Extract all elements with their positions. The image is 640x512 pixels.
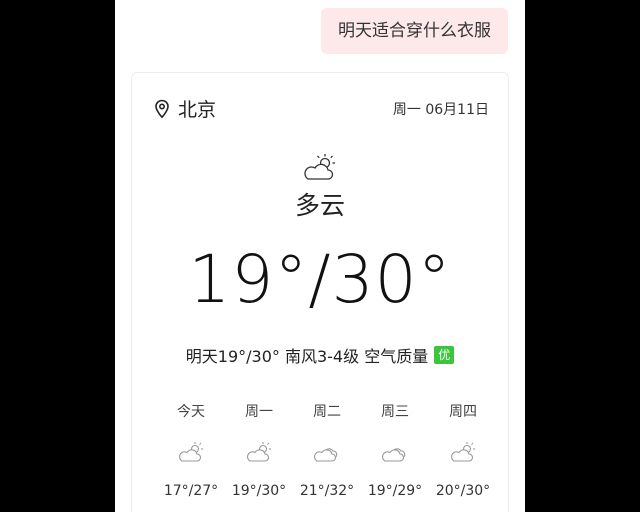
chat-screen: 明天适合穿什么衣服 北京 周一 06月11日 多云 19°/30° 明天19°/… [115, 0, 525, 512]
forecast-day-name: 周一 [245, 404, 273, 420]
forecast-day: 周四 20°/30° [429, 401, 497, 499]
summary-text: 明天19°/30° 南风3-4级 空气质量 [185, 347, 429, 366]
cloudy-icon [314, 448, 338, 462]
partly-cloudy-icon [304, 154, 335, 180]
forecast-temps: 20°/30° [435, 483, 491, 499]
forecast-temps: 19°/30° [231, 483, 287, 499]
location-row: 北京 [152, 95, 216, 122]
weather-card[interactable]: 北京 周一 06月11日 多云 19°/30° 明天19°/30° 南风3-4级… [131, 72, 509, 512]
forecast-day-name: 周三 [381, 404, 409, 420]
forecast-day-name: 今天 [177, 404, 205, 420]
forecast-day: 周三 19°/29° [361, 401, 429, 499]
cloudy-icon [382, 448, 406, 462]
forecast-day: 周二 21°/32° [293, 401, 361, 499]
forecast-day-name: 周四 [449, 404, 477, 420]
partly-cloudy-icon [451, 442, 475, 462]
weather-summary: 明天19°/30° 南风3-4级 空气质量 优 [132, 343, 508, 367]
forecast-temps: 19°/29° [367, 483, 423, 499]
user-message-bubble[interactable]: 明天适合穿什么衣服 [321, 8, 508, 54]
forecast-day-name: 周二 [313, 404, 341, 420]
forecast-temps: 17°/27° [163, 483, 219, 499]
aqi-badge: 优 [434, 346, 455, 364]
date-label: 周一 06月11日 [392, 102, 489, 118]
forecast-temps: 21°/32° [299, 483, 355, 499]
location-pin-icon [155, 99, 169, 118]
forecast-day: 周一 19°/30° [225, 401, 293, 499]
forecast-list: 今天 17°/27° 周一 19°/30° 周二 21°/32° 周三 19°/… [157, 401, 497, 499]
partly-cloudy-icon [247, 442, 271, 462]
temperature-range: 19°/30° [188, 241, 452, 318]
city-name: 北京 [178, 99, 217, 121]
forecast-day: 今天 17°/27° [157, 401, 225, 499]
condition-label: 多云 [294, 191, 345, 220]
partly-cloudy-icon [179, 442, 203, 462]
